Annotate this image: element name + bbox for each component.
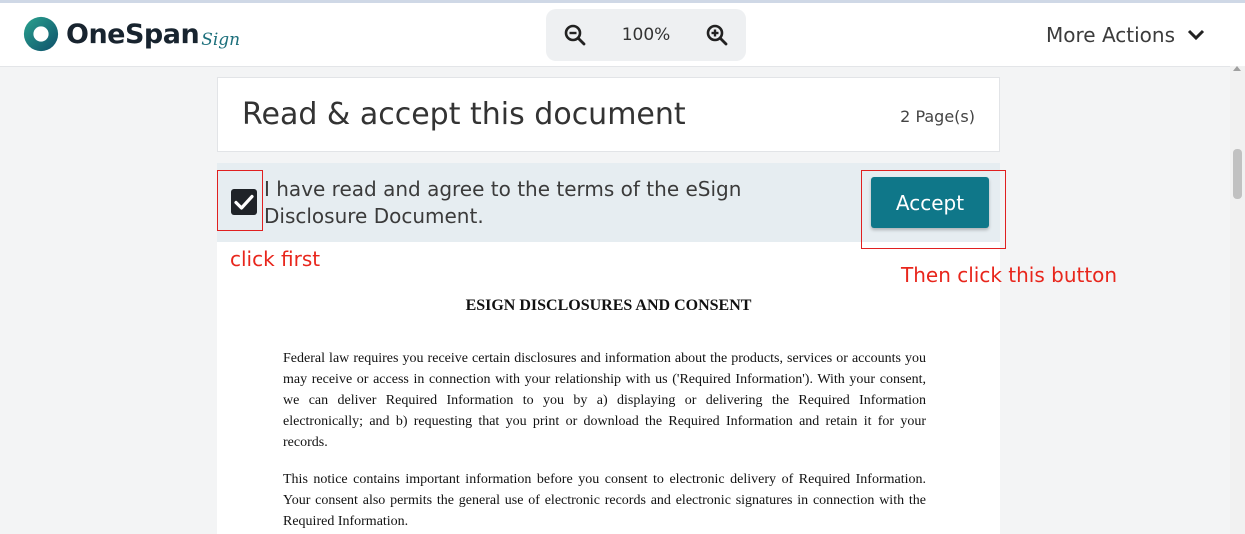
then-click-annotation: Then click this button [901, 263, 1118, 287]
document-heading: ESIGN DISCLOSURES AND CONSENT [465, 297, 752, 314]
consent-text: I have read and agree to the terms of th… [264, 177, 742, 228]
scroll-thumb[interactable] [1233, 149, 1242, 199]
document-paragraph-1: Federal law requires you receive certain… [283, 351, 926, 450]
chevron-down-icon [1187, 29, 1205, 41]
zoom-control: 100% [546, 9, 746, 61]
onespan-logo-icon [23, 16, 59, 52]
app-header: OneSpan Sign 100% More Actions [0, 3, 1245, 67]
zoom-level: 100% [621, 25, 671, 45]
zoom-in-button[interactable] [704, 22, 730, 48]
vertical-scrollbar[interactable] [1230, 66, 1245, 534]
logo-sign-text: Sign [201, 30, 241, 50]
zoom-out-button[interactable] [562, 22, 588, 48]
click-first-annotation: click first [230, 247, 321, 271]
document-paragraph-2: This notice contains important informati… [283, 472, 926, 529]
document-page: ESIGN DISCLOSURES AND CONSENT Federal la… [217, 242, 1000, 534]
scroll-up-arrow[interactable] [1233, 66, 1241, 71]
more-actions-label: More Actions [1046, 23, 1175, 47]
document-card-header: Read & accept this document 2 Page(s) [217, 77, 1000, 152]
accept-highlight-box [861, 170, 1006, 249]
logo-text: OneSpan [66, 18, 200, 50]
zoom-out-icon [564, 24, 586, 46]
zoom-in-icon [706, 24, 728, 46]
page-title: Read & accept this document [242, 97, 686, 132]
onespan-logo: OneSpan Sign [22, 13, 240, 55]
page-count: 2 Page(s) [900, 107, 975, 126]
checkbox-highlight-box [217, 170, 263, 231]
more-actions-menu[interactable]: More Actions [1046, 23, 1205, 47]
